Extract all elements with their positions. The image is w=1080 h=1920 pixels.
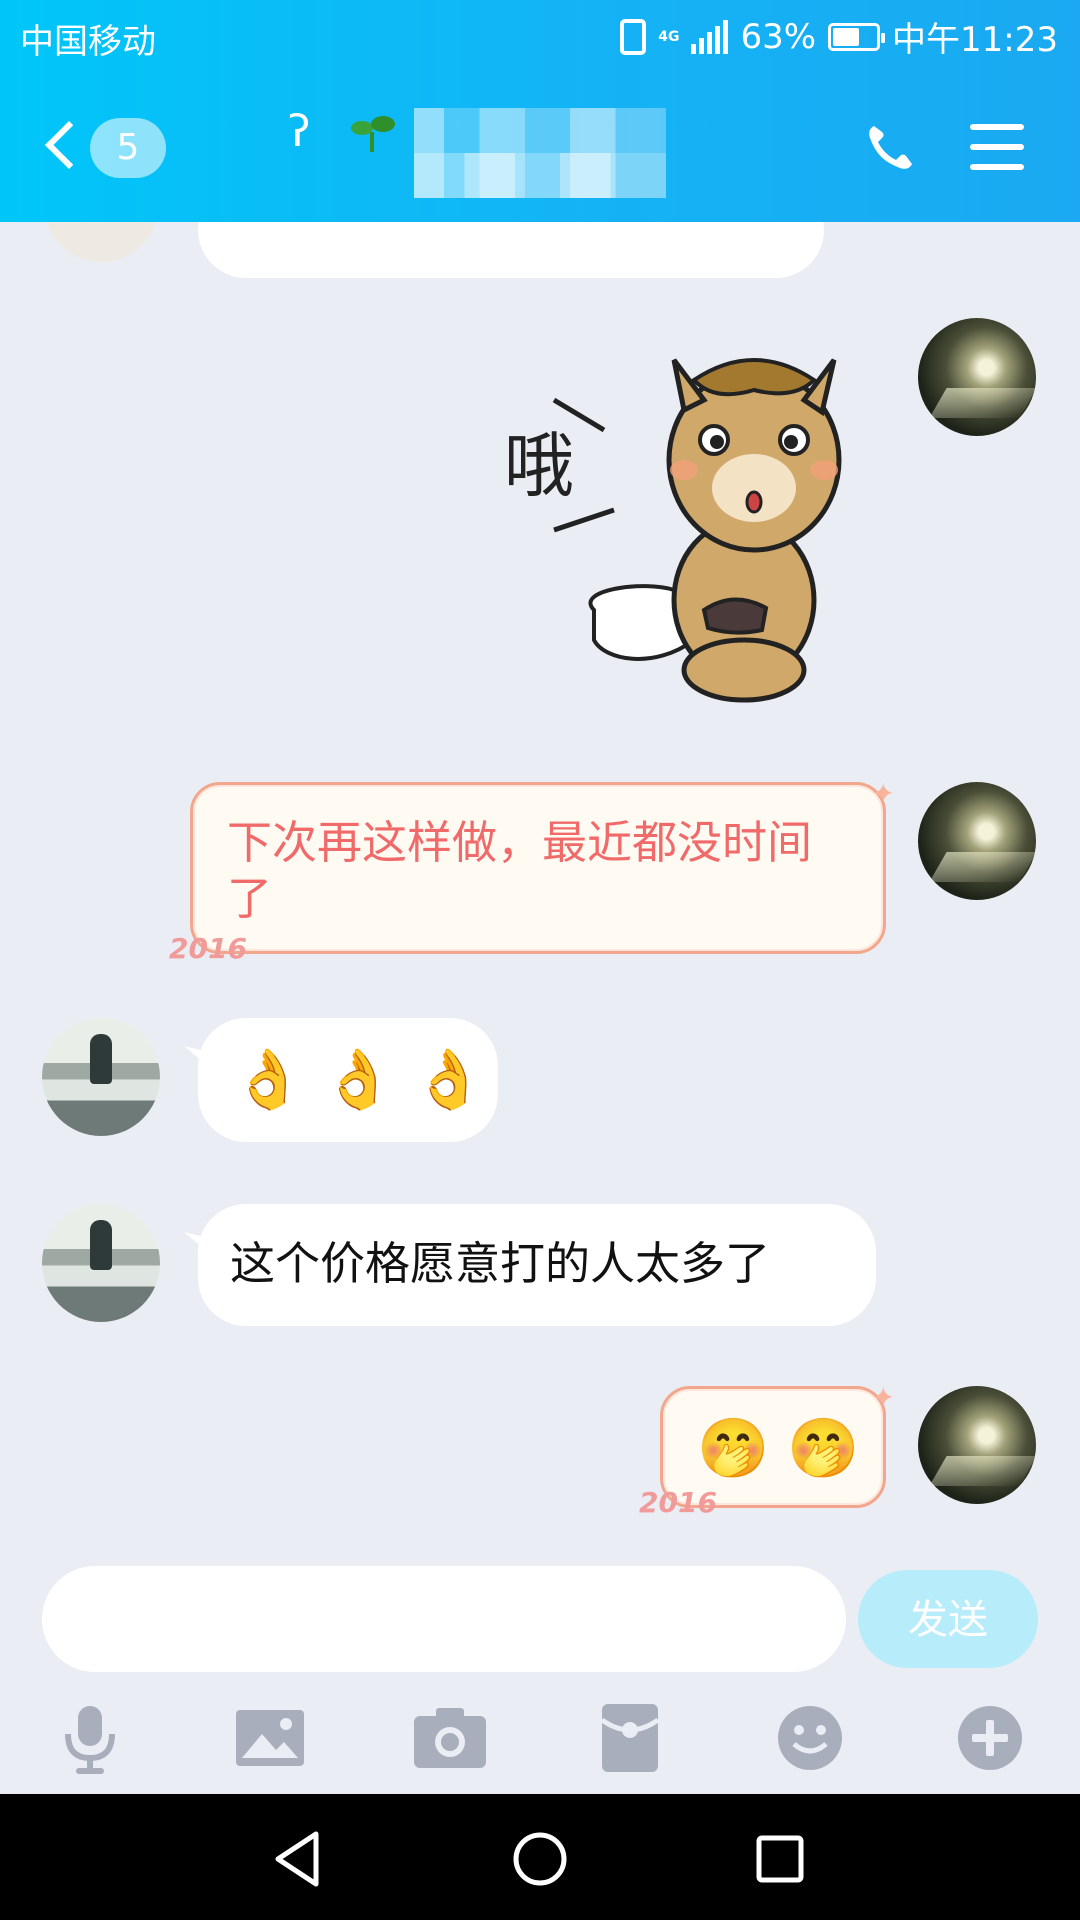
bubble-year-stamp: 2016	[169, 932, 247, 965]
message-bubble-partial[interactable]	[198, 222, 824, 278]
camera-icon[interactable]	[410, 1698, 490, 1778]
plus-icon[interactable]	[950, 1698, 1030, 1778]
avatar-other[interactable]	[42, 1204, 160, 1322]
microphone-icon[interactable]	[50, 1698, 130, 1778]
back-triangle-icon[interactable]	[264, 1824, 334, 1894]
sticker-text: 哦	[504, 425, 574, 507]
menu-icon[interactable]	[970, 124, 1024, 170]
system-nav-bar	[0, 1794, 1080, 1920]
alpaca-sticker[interactable]: 哦	[504, 340, 884, 720]
vibrate-icon	[620, 18, 647, 55]
ok-hand-emoji: 👌	[412, 1045, 485, 1113]
chat-header: 5 ʔ	[0, 74, 1080, 222]
battery-percent: 63%	[740, 16, 817, 57]
avatar-other[interactable]	[44, 222, 158, 262]
giggle-emoji: 🤭	[697, 1414, 770, 1482]
ok-hand-emoji: 👌	[322, 1045, 395, 1113]
battery-icon	[828, 22, 886, 51]
input-bar: 发送	[0, 1566, 1080, 1794]
emoji-row: 👌 👌 👌	[232, 1044, 485, 1114]
signal-icon	[691, 19, 729, 54]
toolbar	[0, 1698, 1080, 1788]
bubble-year-stamp: 2016	[639, 1486, 717, 1519]
message-bubble-self[interactable]: ✦ 2016 🤭 🤭	[639, 1381, 895, 1519]
battery-level	[833, 27, 860, 46]
emoji-icon[interactable]	[770, 1698, 850, 1778]
clock: 中午11:23	[892, 20, 1058, 60]
carrier-label: 中国移动	[20, 22, 156, 62]
sprout-icon[interactable]	[350, 114, 396, 154]
giggle-emoji: 🤭	[787, 1414, 860, 1482]
message-text: 这个价格愿意打的人太多了	[230, 1237, 771, 1290]
chat-area[interactable]: 哦 ✦ 2016 下次再这样做，最近都没时间了 👌 👌 👌 这个价格愿意打的人太…	[0, 222, 1080, 1566]
avatar-self[interactable]	[918, 1386, 1036, 1504]
contact-name-blurred	[414, 108, 666, 198]
avatar-self[interactable]	[918, 318, 1036, 436]
red-packet-icon[interactable]	[590, 1698, 670, 1778]
top-bar: 中国移动 4G 63% 中午11:23 5 ʔ	[0, 0, 1080, 222]
phone-icon[interactable]	[862, 120, 918, 176]
status-bar: 中国移动 4G 63% 中午11:23	[0, 0, 1080, 74]
message-text: 下次再这样做，最近都没时间了	[227, 816, 813, 925]
image-icon[interactable]	[230, 1698, 310, 1778]
bubble-corner-decoration-icon: ✦	[871, 1381, 895, 1414]
message-bubble-other[interactable]: 这个价格愿意打的人太多了	[198, 1204, 876, 1326]
status-right: 4G 63% 中午11:23	[620, 12, 1058, 61]
home-circle-icon[interactable]	[505, 1824, 575, 1894]
avatar-self[interactable]	[918, 782, 1036, 900]
ok-hand-emoji: 👌	[232, 1045, 305, 1113]
message-bubble-other[interactable]: 👌 👌 👌	[198, 1018, 498, 1142]
unread-badge: 5	[90, 118, 166, 178]
bubble-corner-decoration-icon: ✦	[871, 777, 895, 810]
network-type-label: 4G	[658, 28, 680, 45]
back-chevron-icon	[44, 120, 94, 170]
emoji-row: 🤭 🤭	[697, 1413, 859, 1483]
ear-icon[interactable]: ʔ	[288, 106, 310, 157]
recents-square-icon[interactable]	[745, 1824, 815, 1894]
avatar-other[interactable]	[42, 1018, 160, 1136]
back-button[interactable]: 5	[44, 116, 166, 180]
send-button[interactable]: 发送	[858, 1570, 1038, 1668]
message-bubble-self[interactable]: ✦ 2016 下次再这样做，最近都没时间了	[169, 777, 895, 965]
message-input[interactable]	[42, 1566, 846, 1672]
